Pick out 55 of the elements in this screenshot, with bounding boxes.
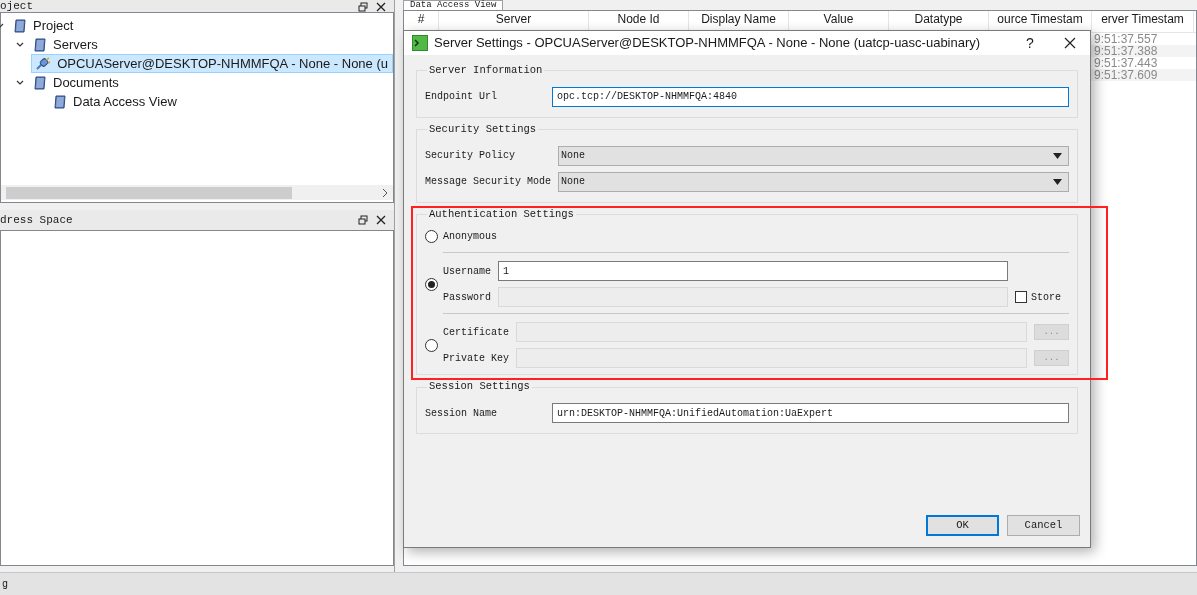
tree-item[interactable]: Servers (29, 35, 103, 54)
session-name-field[interactable]: urn:DESKTOP-NHMMFQA:UnifiedAutomation:UaExpert (552, 403, 1069, 423)
folder-icon (33, 75, 47, 90)
scroll-right-icon[interactable] (380, 187, 390, 198)
field-label: Username (443, 264, 492, 279)
field-label: Certificate (443, 325, 510, 340)
group-title: Security Settings (428, 121, 538, 137)
radio-button[interactable] (425, 338, 438, 352)
panel-title: dress Space (0, 214, 73, 226)
dropdown[interactable]: None (558, 171, 1069, 192)
option-label: Anonymous (443, 229, 497, 244)
group-title: Authentication Settings (428, 206, 575, 222)
tree-item[interactable]: Data Access View (49, 92, 182, 111)
tree-item[interactable]: Project (9, 16, 79, 35)
checkbox-label: Store (1031, 290, 1061, 305)
dialog-title: Server Settings - OPCUAServer@DESKTOP-NHMMFQA - None - None (uatcp-uasc-uabinary) (434, 34, 981, 53)
field-label: Private Key (443, 351, 510, 366)
status-text: g (2, 577, 8, 592)
cancel-button[interactable]: Cancel (1007, 515, 1080, 536)
radio-button[interactable] (425, 229, 438, 243)
table-cell-text: 9:51:37.443 (1093, 57, 1158, 69)
table-cell-text: 9:51:37.557 (1093, 33, 1158, 45)
dropdown-arrow-icon (1053, 152, 1062, 159)
text-field[interactable]: 1 (498, 261, 1008, 282)
help-button[interactable]: ? (1010, 32, 1050, 54)
column-header[interactable]: erver Timestam (1092, 11, 1194, 32)
close-icon[interactable] (1064, 37, 1076, 49)
field-label: Message Security Mode (425, 175, 553, 189)
field-label: Password (443, 290, 492, 305)
table-cell-text: 9:51:37.388 (1093, 45, 1158, 57)
plug-icon (35, 56, 52, 71)
close-icon[interactable] (376, 215, 386, 225)
app-icon (412, 35, 428, 51)
ok-button[interactable]: OK (926, 515, 999, 536)
folder-icon (33, 37, 47, 52)
group-title: Session Settings (428, 379, 531, 395)
store-checkbox[interactable] (1015, 291, 1027, 304)
field-label: Security Policy (425, 149, 516, 163)
field-label: Session Name (425, 406, 498, 421)
folder-icon (13, 18, 27, 33)
float-window-icon[interactable] (358, 2, 368, 12)
float-window-icon[interactable] (358, 215, 368, 225)
dropdown[interactable]: None (558, 145, 1069, 166)
radio-button[interactable] (425, 277, 438, 291)
panel-title: oject (0, 1, 33, 12)
horizontal-scrollbar[interactable] (1, 185, 393, 200)
field-label: Endpoint Url (425, 90, 498, 105)
folder-icon (53, 94, 67, 109)
close-icon[interactable] (376, 2, 386, 12)
url-field[interactable]: opc.tcp://DESKTOP-NHMMFQA:4840 (552, 86, 1069, 107)
tree-item[interactable]: Documents (29, 73, 124, 92)
group-title: Server Information (428, 63, 544, 78)
dropdown-arrow-icon (1053, 178, 1062, 185)
tree-item[interactable]: OPCUAServer@DESKTOP-NHMMFQA - None - None (u (31, 54, 393, 73)
table-cell-text: 9:51:37.609 (1093, 69, 1158, 81)
